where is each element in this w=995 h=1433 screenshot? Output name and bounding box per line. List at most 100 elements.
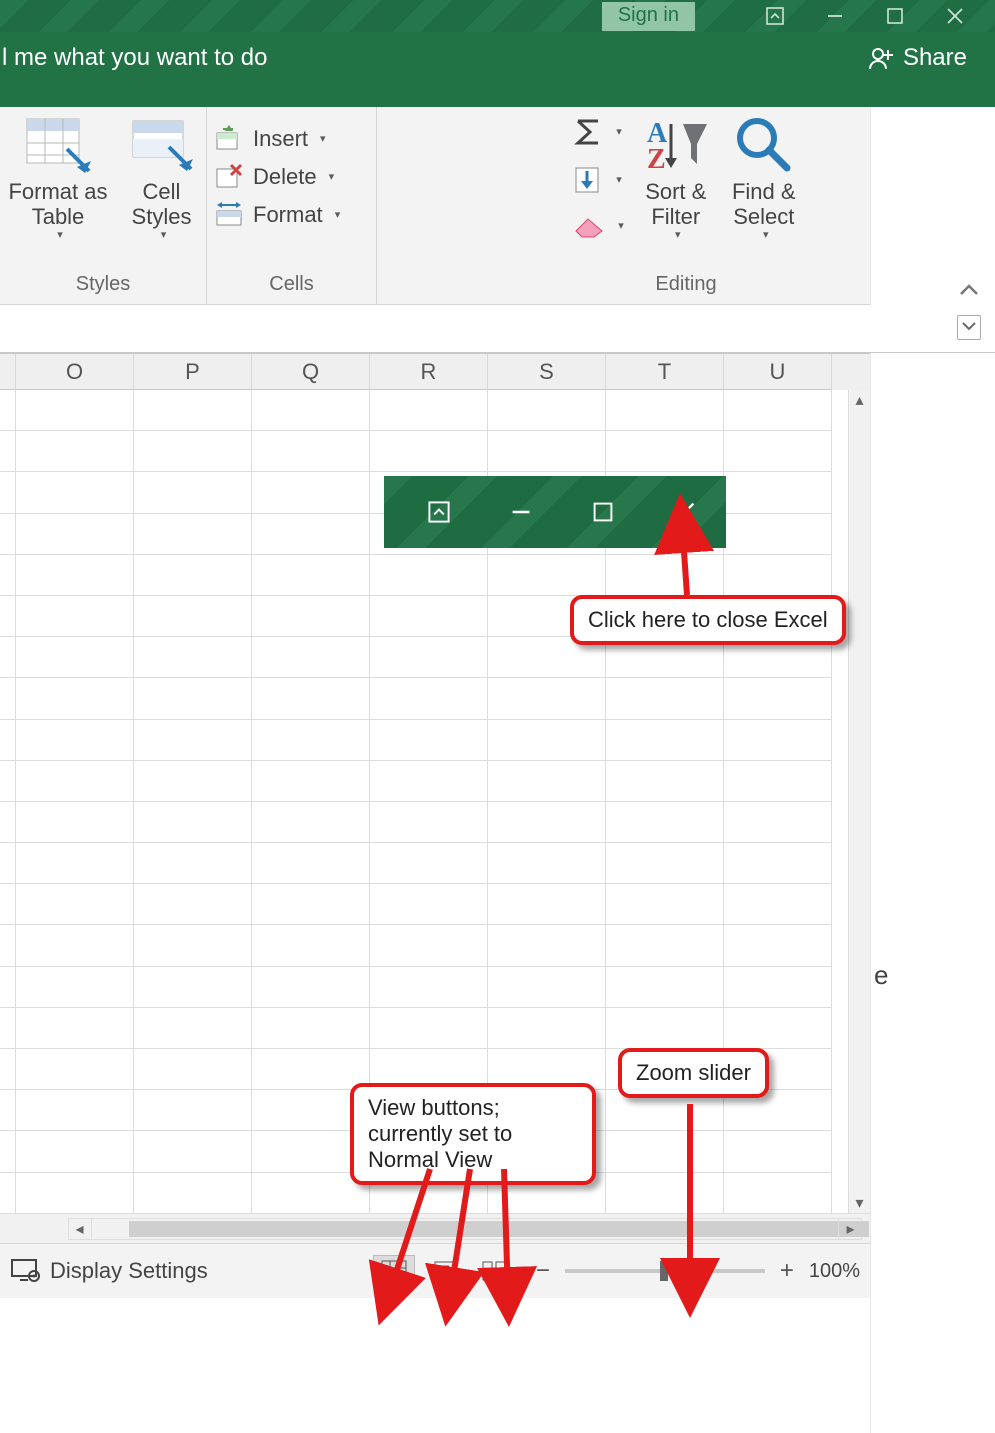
cell[interactable] bbox=[606, 884, 724, 925]
formula-bar[interactable] bbox=[0, 305, 995, 353]
cell[interactable] bbox=[0, 761, 16, 802]
cell[interactable] bbox=[134, 637, 252, 678]
cell[interactable] bbox=[0, 678, 16, 719]
cell-styles-button[interactable]: Cell Styles ▾ bbox=[126, 115, 198, 242]
cell[interactable] bbox=[370, 802, 488, 843]
cell[interactable] bbox=[252, 637, 370, 678]
cell[interactable] bbox=[134, 431, 252, 472]
grid-row[interactable] bbox=[0, 967, 870, 1008]
cell[interactable] bbox=[488, 884, 606, 925]
scroll-down-icon[interactable]: ▾ bbox=[849, 1193, 870, 1213]
cell[interactable] bbox=[0, 802, 16, 843]
cell[interactable] bbox=[252, 1008, 370, 1049]
cell[interactable] bbox=[134, 720, 252, 761]
cell[interactable] bbox=[488, 390, 606, 431]
cell[interactable] bbox=[134, 761, 252, 802]
cell[interactable] bbox=[724, 555, 832, 596]
cell[interactable] bbox=[0, 596, 16, 637]
scroll-left-icon[interactable]: ◂ bbox=[68, 1219, 92, 1239]
grid-row[interactable] bbox=[0, 761, 870, 802]
cell[interactable] bbox=[16, 761, 134, 802]
cell[interactable] bbox=[370, 596, 488, 637]
expand-formula-bar-button[interactable] bbox=[957, 315, 981, 340]
tell-me-search[interactable]: l me what you want to do bbox=[0, 44, 267, 72]
cell[interactable] bbox=[370, 967, 488, 1008]
cell[interactable] bbox=[606, 678, 724, 719]
cell[interactable] bbox=[488, 925, 606, 966]
cell[interactable] bbox=[134, 884, 252, 925]
cell[interactable] bbox=[134, 1049, 252, 1090]
autosum-button[interactable]: ▾ bbox=[572, 117, 624, 147]
column-header[interactable]: S bbox=[488, 354, 606, 390]
format-cells-button[interactable]: Format ▾ bbox=[215, 201, 368, 229]
cell[interactable] bbox=[16, 1090, 134, 1131]
cell[interactable] bbox=[16, 431, 134, 472]
cell[interactable] bbox=[252, 514, 370, 555]
ribbon-display-options-icon[interactable] bbox=[745, 0, 805, 32]
cell[interactable] bbox=[252, 555, 370, 596]
cell[interactable] bbox=[252, 802, 370, 843]
cell[interactable] bbox=[16, 1173, 134, 1214]
cell[interactable] bbox=[370, 555, 488, 596]
maximize-button[interactable] bbox=[865, 0, 925, 32]
cell[interactable] bbox=[134, 390, 252, 431]
normal-view-button[interactable] bbox=[373, 1255, 415, 1287]
cell[interactable] bbox=[252, 967, 370, 1008]
clear-button[interactable]: ▾ bbox=[572, 213, 624, 239]
column-header[interactable]: P bbox=[134, 354, 252, 390]
cell[interactable] bbox=[606, 761, 724, 802]
close-button[interactable] bbox=[925, 0, 985, 32]
cell[interactable] bbox=[370, 884, 488, 925]
cell[interactable] bbox=[134, 596, 252, 637]
find-select-button[interactable]: Find & Select ▾ bbox=[728, 115, 800, 242]
cell[interactable] bbox=[134, 1008, 252, 1049]
zoom-in-button[interactable]: + bbox=[777, 1257, 797, 1285]
cell[interactable] bbox=[252, 596, 370, 637]
cell[interactable] bbox=[252, 678, 370, 719]
cell[interactable] bbox=[134, 514, 252, 555]
cell[interactable] bbox=[134, 925, 252, 966]
scroll-up-icon[interactable]: ▴ bbox=[849, 390, 870, 410]
cell[interactable] bbox=[606, 555, 724, 596]
cell[interactable] bbox=[724, 472, 832, 513]
zoom-out-button[interactable]: − bbox=[533, 1257, 553, 1285]
grid-row[interactable] bbox=[0, 843, 870, 884]
cell[interactable] bbox=[0, 1049, 16, 1090]
horizontal-scrollbar[interactable]: ◂ ▸ bbox=[68, 1218, 862, 1240]
cell[interactable] bbox=[134, 1131, 252, 1172]
column-header-fragment[interactable] bbox=[0, 354, 16, 390]
cell[interactable] bbox=[488, 431, 606, 472]
cell[interactable] bbox=[370, 761, 488, 802]
cell[interactable] bbox=[0, 967, 16, 1008]
scroll-right-icon[interactable]: ▸ bbox=[838, 1219, 862, 1239]
cell[interactable] bbox=[252, 390, 370, 431]
cell[interactable] bbox=[724, 967, 832, 1008]
cell[interactable] bbox=[252, 761, 370, 802]
cell[interactable] bbox=[370, 431, 488, 472]
cell[interactable] bbox=[134, 967, 252, 1008]
zoom-level-label[interactable]: 100% bbox=[809, 1260, 860, 1283]
cell[interactable] bbox=[606, 843, 724, 884]
cell[interactable] bbox=[252, 431, 370, 472]
cell[interactable] bbox=[488, 1008, 606, 1049]
cell[interactable] bbox=[606, 1173, 724, 1214]
page-layout-view-button[interactable] bbox=[423, 1255, 465, 1287]
cell[interactable] bbox=[724, 802, 832, 843]
cell[interactable] bbox=[606, 720, 724, 761]
cell[interactable] bbox=[488, 761, 606, 802]
cell[interactable] bbox=[0, 925, 16, 966]
scroll-thumb[interactable] bbox=[129, 1221, 869, 1237]
column-header[interactable]: Q bbox=[252, 354, 370, 390]
grid-row[interactable] bbox=[0, 1008, 870, 1049]
cell[interactable] bbox=[16, 720, 134, 761]
cell[interactable] bbox=[0, 1008, 16, 1049]
cell[interactable] bbox=[724, 761, 832, 802]
cell[interactable] bbox=[16, 843, 134, 884]
cell[interactable] bbox=[724, 678, 832, 719]
cell[interactable] bbox=[606, 967, 724, 1008]
cell[interactable] bbox=[724, 884, 832, 925]
cell[interactable] bbox=[16, 637, 134, 678]
zoom-slider[interactable] bbox=[565, 1269, 765, 1273]
cell[interactable] bbox=[724, 1131, 832, 1172]
cell[interactable] bbox=[16, 678, 134, 719]
